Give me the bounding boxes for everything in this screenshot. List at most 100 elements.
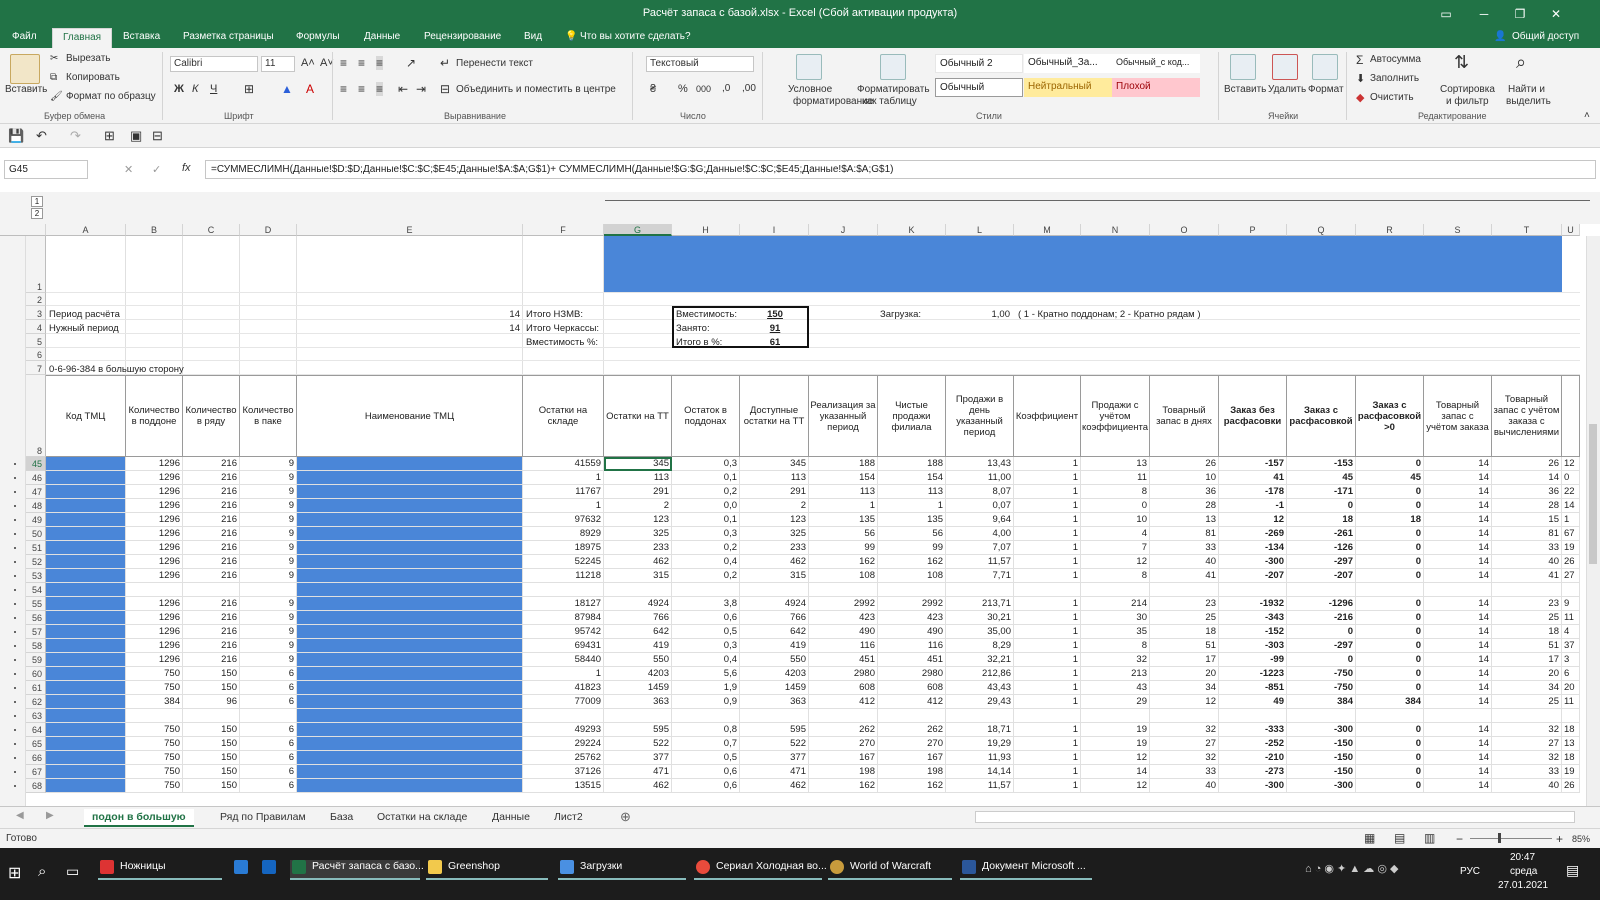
table-cell-m[interactable]: 1 [1014, 457, 1081, 471]
table-cell-e[interactable] [297, 737, 523, 751]
table-cell-o[interactable]: 23 [1150, 597, 1219, 611]
table-cell-n[interactable]: 19 [1081, 723, 1150, 737]
table-cell-n[interactable]: 12 [1081, 555, 1150, 569]
table-cell-p[interactable]: -269 [1219, 527, 1287, 541]
table-cell-j[interactable]: 2992 [809, 597, 878, 611]
table-cell-f[interactable]: 13515 [523, 779, 604, 793]
table-cell-k[interactable]: 162 [878, 555, 946, 569]
table-cell-r[interactable]: 45 [1356, 471, 1424, 485]
table-cell-r[interactable]: 0 [1356, 681, 1424, 695]
table-cell-a[interactable] [46, 653, 126, 667]
table-cell-b[interactable] [126, 583, 183, 597]
table-cell-l[interactable]: 11,57 [946, 779, 1014, 793]
table-cell-b[interactable]: 1296 [126, 569, 183, 583]
table-cell-b[interactable]: 1296 [126, 541, 183, 555]
notifications-icon[interactable]: ▤ [1566, 862, 1579, 879]
align-right-icon[interactable]: ≡ [376, 82, 384, 96]
borders-icon[interactable]: ⊞ [244, 82, 254, 96]
table-cell-b[interactable]: 1296 [126, 527, 183, 541]
table-cell-d[interactable]: 9 [240, 513, 297, 527]
table-cell-t[interactable]: 18 [1492, 625, 1562, 639]
column-header-r[interactable]: R [1356, 224, 1424, 236]
table-cell-e[interactable] [297, 751, 523, 765]
table-cell-i[interactable]: 233 [740, 541, 809, 555]
table-cell-o[interactable]: 28 [1150, 499, 1219, 513]
table-cell-g[interactable]: 4924 [604, 597, 672, 611]
table-cell-c[interactable]: 216 [183, 471, 240, 485]
table-cell-l[interactable]: 11,00 [946, 471, 1014, 485]
table-cell-h[interactable]: 3,8 [672, 597, 740, 611]
table-cell-l[interactable]: 7,07 [946, 541, 1014, 555]
paste-button[interactable]: Вставить [5, 84, 47, 95]
row-header[interactable]: 7 [26, 361, 46, 375]
table-cell-u[interactable]: 19 [1562, 541, 1580, 555]
table-cell-u[interactable]: 22 [1562, 485, 1580, 499]
sheet-tab-baza[interactable]: База [322, 809, 361, 827]
table-cell-f[interactable] [523, 583, 604, 597]
table-cell-f[interactable]: 37126 [523, 765, 604, 779]
table-cell-p[interactable]: -300 [1219, 779, 1287, 793]
tab-insert[interactable]: Вставка [123, 31, 160, 42]
horizontal-scrollbar[interactable] [975, 811, 1575, 823]
table-cell-e[interactable] [297, 499, 523, 513]
table-cell-j[interactable]: 167 [809, 751, 878, 765]
table-cell-u[interactable]: 67 [1562, 527, 1580, 541]
column-header-e[interactable]: E [297, 224, 523, 236]
table-cell-i[interactable]: 1459 [740, 681, 809, 695]
table-cell-m[interactable]: 1 [1014, 737, 1081, 751]
table-cell-m[interactable]: 1 [1014, 541, 1081, 555]
table-cell-c[interactable]: 216 [183, 527, 240, 541]
table-cell-n[interactable]: 11 [1081, 471, 1150, 485]
table-cell-b[interactable] [126, 709, 183, 723]
table-cell-j[interactable] [809, 583, 878, 597]
table-cell-g[interactable]: 462 [604, 779, 672, 793]
table-cell-g[interactable] [604, 583, 672, 597]
table-cell-q[interactable]: -150 [1287, 751, 1356, 765]
column-header-u[interactable]: U [1562, 224, 1580, 236]
table-cell-l[interactable]: 11,57 [946, 555, 1014, 569]
column-header-a[interactable]: A [46, 224, 126, 236]
table-cell-h[interactable]: 0,2 [672, 541, 740, 555]
table-cell-k[interactable] [878, 583, 946, 597]
table-cell-i[interactable]: 377 [740, 751, 809, 765]
table-cell-a[interactable] [46, 695, 126, 709]
table-cell-l[interactable]: 7,71 [946, 569, 1014, 583]
row-header[interactable]: 67 [26, 765, 46, 779]
orientation-icon[interactable]: ↗ [406, 56, 416, 70]
table-cell-r[interactable]: 0 [1356, 457, 1424, 471]
table-cell-m[interactable]: 1 [1014, 569, 1081, 583]
add-sheet-icon[interactable]: ⊕ [620, 809, 631, 825]
table-cell-a[interactable] [46, 471, 126, 485]
column-header-i[interactable]: I [740, 224, 809, 236]
table-cell-t[interactable]: 32 [1492, 751, 1562, 765]
table-cell-i[interactable]: 462 [740, 555, 809, 569]
table-cell-b[interactable]: 1296 [126, 625, 183, 639]
table-cell-j[interactable]: 162 [809, 779, 878, 793]
table-cell-i[interactable] [740, 709, 809, 723]
table-cell-b[interactable]: 750 [126, 681, 183, 695]
table-cell-u[interactable]: 6 [1562, 667, 1580, 681]
table-cell-k[interactable]: 1 [878, 499, 946, 513]
insert-cells-button[interactable]: Вставить [1224, 84, 1266, 95]
formula-input[interactable]: =СУММЕСЛИМН(Данные!$D:$D;Данные!$C:$C;$E… [205, 160, 1596, 179]
page-break-icon[interactable]: ▥ [1424, 831, 1435, 845]
table-cell-t[interactable]: 15 [1492, 513, 1562, 527]
table-cell-i[interactable]: 419 [740, 639, 809, 653]
table-cell-n[interactable]: 30 [1081, 611, 1150, 625]
table-cell-h[interactable]: 0,6 [672, 765, 740, 779]
table-cell-j[interactable]: 116 [809, 639, 878, 653]
row-header[interactable]: 8 [26, 375, 46, 457]
select-all-corner[interactable] [0, 224, 46, 236]
table-cell-o[interactable]: 18 [1150, 625, 1219, 639]
table-cell-b[interactable]: 1296 [126, 597, 183, 611]
table-cell-l[interactable]: 4,00 [946, 527, 1014, 541]
table-cell-m[interactable]: 1 [1014, 653, 1081, 667]
tab-page-layout[interactable]: Разметка страницы [183, 31, 274, 42]
cut-button[interactable]: Вырезать [66, 53, 110, 64]
format-table-label-2[interactable]: как таблицу [862, 96, 917, 107]
table-cell-e[interactable] [297, 611, 523, 625]
table-cell-m[interactable]: 1 [1014, 779, 1081, 793]
table-cell-n[interactable]: 214 [1081, 597, 1150, 611]
table-cell-m[interactable]: 1 [1014, 471, 1081, 485]
name-box[interactable]: G45 [4, 160, 88, 179]
